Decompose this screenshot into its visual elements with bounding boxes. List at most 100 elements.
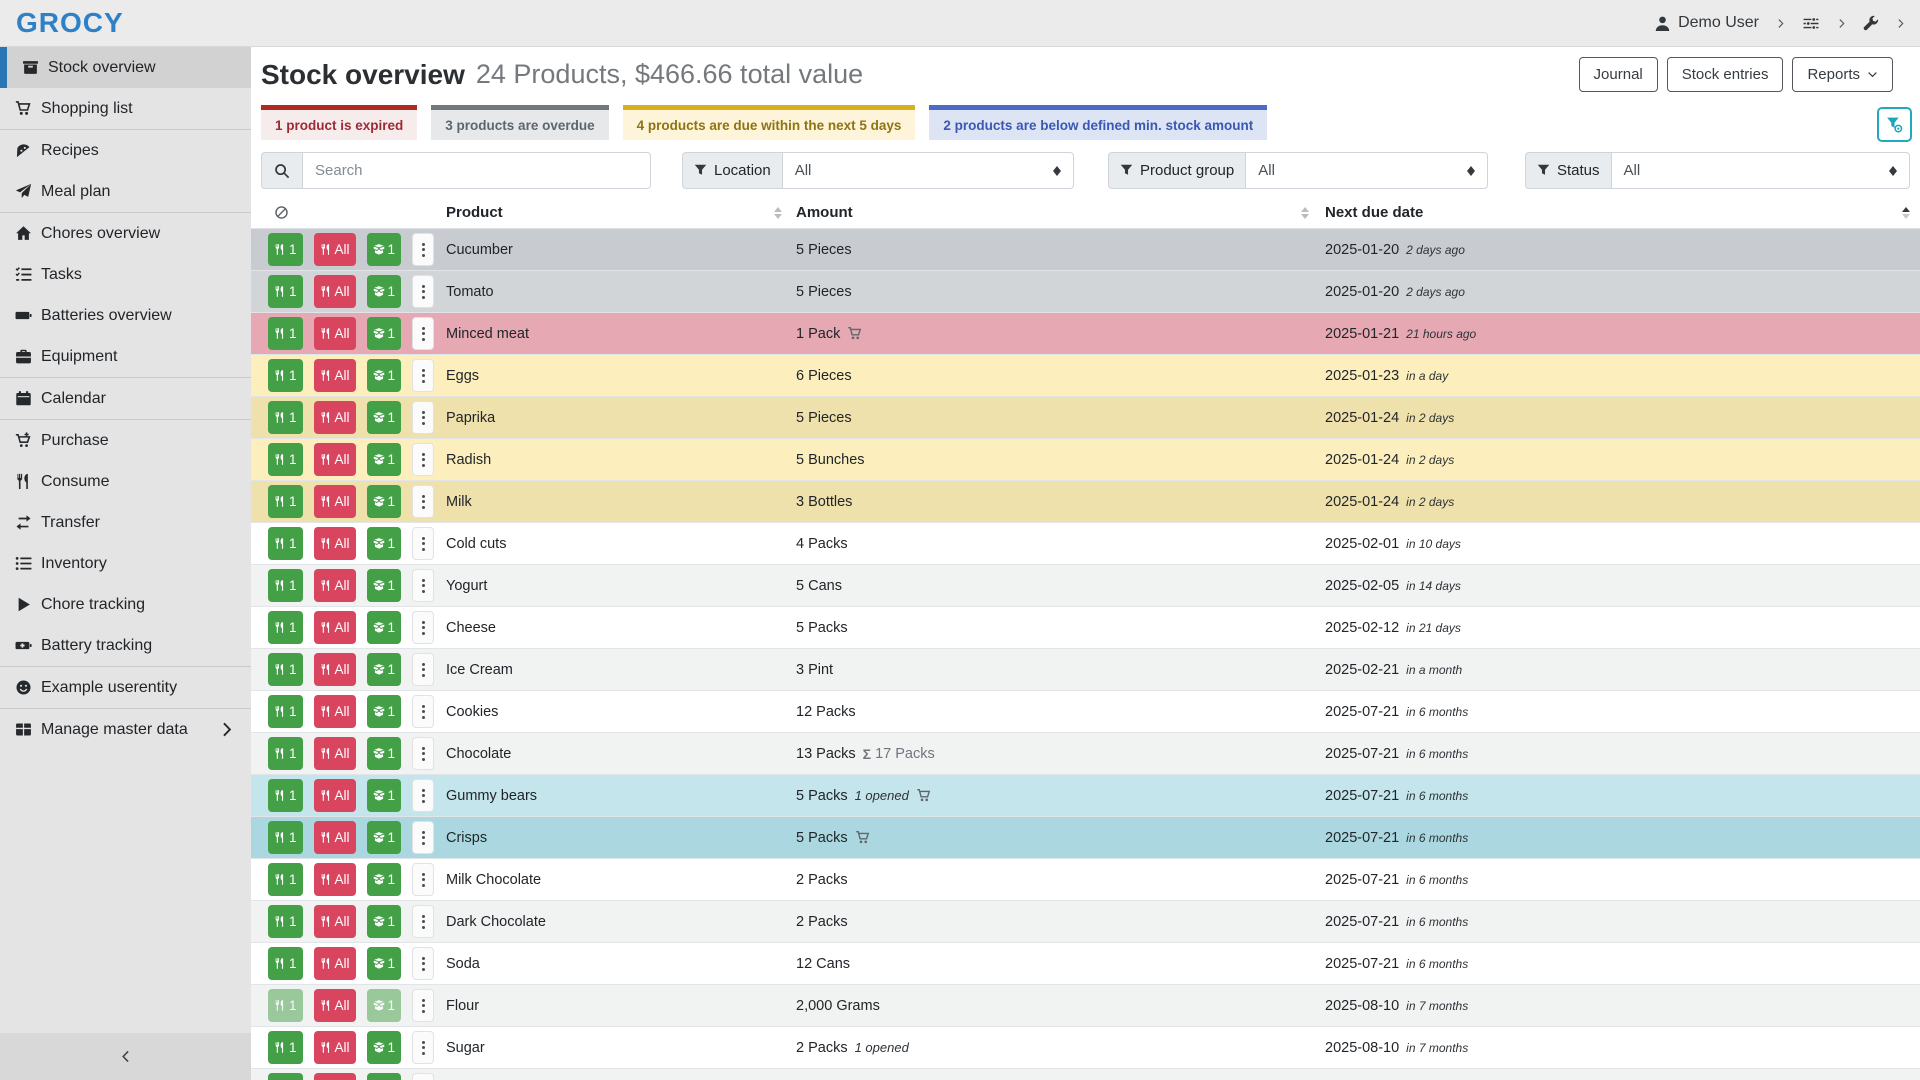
row-menu-button[interactable] bbox=[412, 569, 434, 602]
row-menu-button[interactable] bbox=[412, 443, 434, 476]
consume-all-button[interactable]: All bbox=[314, 527, 356, 560]
consume-one-button[interactable]: 1 bbox=[268, 905, 303, 938]
sidebar-item-purchase[interactable]: Purchase bbox=[0, 420, 251, 461]
consume-all-button[interactable]: All bbox=[314, 359, 356, 392]
sidebar-item-example-userentity[interactable]: Example userentity bbox=[0, 667, 251, 708]
status-badge-overdue[interactable]: 3 products are overdue bbox=[431, 105, 608, 140]
consume-one-button[interactable]: 1 bbox=[268, 695, 303, 728]
consume-all-button[interactable]: All bbox=[314, 611, 356, 644]
sidebar-item-calendar[interactable]: Calendar bbox=[0, 378, 251, 419]
sidebar-item-consume[interactable]: Consume bbox=[0, 461, 251, 502]
sidebar-item-stock-overview[interactable]: Stock overview bbox=[0, 47, 251, 88]
due-date-column-header[interactable]: Next due date bbox=[1325, 197, 1920, 228]
row-menu-button[interactable] bbox=[412, 527, 434, 560]
consume-all-button[interactable]: All bbox=[314, 905, 356, 938]
consume-one-button[interactable]: 1 bbox=[268, 1073, 303, 1080]
row-menu-button[interactable] bbox=[412, 653, 434, 686]
consume-one-button[interactable]: 1 bbox=[268, 821, 303, 854]
consume-all-button[interactable]: All bbox=[314, 233, 356, 266]
journal-button[interactable]: Journal bbox=[1579, 57, 1658, 92]
sidebar-item-transfer[interactable]: Transfer bbox=[0, 502, 251, 543]
consume-one-button[interactable]: 1 bbox=[268, 485, 303, 518]
sidebar-item-meal-plan[interactable]: Meal plan bbox=[0, 171, 251, 212]
search-input[interactable] bbox=[302, 152, 651, 189]
sidebar-item-batteries-overview[interactable]: Batteries overview bbox=[0, 295, 251, 336]
consume-one-button[interactable]: 1 bbox=[268, 947, 303, 980]
consume-one-button[interactable]: 1 bbox=[268, 653, 303, 686]
row-menu-button[interactable] bbox=[412, 317, 434, 350]
open-one-button[interactable]: 1 bbox=[367, 821, 402, 854]
open-one-button[interactable]: 1 bbox=[367, 443, 402, 476]
open-one-button[interactable]: 1 bbox=[367, 569, 402, 602]
open-one-button[interactable]: 1 bbox=[367, 1031, 402, 1064]
row-menu-button[interactable] bbox=[412, 401, 434, 434]
sidebar-item-manage-master-data[interactable]: Manage master data bbox=[0, 709, 251, 750]
stock-entries-button[interactable]: Stock entries bbox=[1667, 57, 1784, 92]
consume-one-button[interactable]: 1 bbox=[268, 737, 303, 770]
row-menu-button[interactable] bbox=[412, 947, 434, 980]
row-menu-button[interactable] bbox=[412, 359, 434, 392]
row-menu-button[interactable] bbox=[412, 275, 434, 308]
product-group-select[interactable]: All bbox=[1245, 152, 1488, 189]
settings-menu[interactable] bbox=[1802, 15, 1820, 32]
open-one-button[interactable]: 1 bbox=[367, 317, 402, 350]
consume-all-button[interactable]: All bbox=[314, 947, 356, 980]
row-menu-button[interactable] bbox=[412, 779, 434, 812]
status-badge-below-min[interactable]: 2 products are below defined min. stock … bbox=[929, 105, 1267, 140]
location-select[interactable]: All bbox=[782, 152, 1074, 189]
consume-one-button[interactable]: 1 bbox=[268, 1031, 303, 1064]
sidebar-item-recipes[interactable]: Recipes bbox=[0, 130, 251, 171]
toggle-hidden-products-header[interactable] bbox=[261, 197, 446, 228]
open-one-button[interactable]: 1 bbox=[367, 485, 402, 518]
consume-all-button[interactable]: All bbox=[314, 737, 356, 770]
consume-one-button[interactable]: 1 bbox=[268, 611, 303, 644]
row-menu-button[interactable] bbox=[412, 989, 434, 1022]
sidebar-item-shopping-list[interactable]: Shopping list bbox=[0, 88, 251, 129]
sidebar-item-tasks[interactable]: Tasks bbox=[0, 254, 251, 295]
status-badge-expired[interactable]: 1 product is expired bbox=[261, 105, 417, 140]
open-one-button[interactable]: 1 bbox=[367, 233, 402, 266]
row-menu-button[interactable] bbox=[412, 1031, 434, 1064]
row-menu-button[interactable] bbox=[412, 1073, 434, 1080]
open-one-button[interactable]: 1 bbox=[367, 737, 402, 770]
consume-all-button[interactable]: All bbox=[314, 695, 356, 728]
reports-dropdown-button[interactable]: Reports bbox=[1792, 57, 1893, 92]
consume-one-button[interactable]: 1 bbox=[268, 779, 303, 812]
row-menu-button[interactable] bbox=[412, 821, 434, 854]
clear-filters-button[interactable] bbox=[1877, 107, 1912, 142]
open-one-button[interactable]: 1 bbox=[367, 359, 402, 392]
row-menu-button[interactable] bbox=[412, 695, 434, 728]
amount-column-header[interactable]: Amount bbox=[796, 197, 1325, 228]
open-one-button[interactable]: 1 bbox=[367, 863, 402, 896]
admin-menu[interactable] bbox=[1863, 15, 1879, 31]
row-menu-button[interactable] bbox=[412, 905, 434, 938]
consume-one-button[interactable]: 1 bbox=[268, 317, 303, 350]
row-menu-button[interactable] bbox=[412, 737, 434, 770]
consume-all-button[interactable]: All bbox=[314, 317, 356, 350]
sidebar-item-equipment[interactable]: Equipment bbox=[0, 336, 251, 377]
consume-all-button[interactable]: All bbox=[314, 485, 356, 518]
consume-one-button[interactable]: 1 bbox=[268, 863, 303, 896]
open-one-button[interactable]: 1 bbox=[367, 611, 402, 644]
open-one-button[interactable]: 1 bbox=[367, 527, 402, 560]
consume-all-button[interactable]: All bbox=[314, 443, 356, 476]
open-one-button[interactable]: 1 bbox=[367, 779, 402, 812]
consume-one-button[interactable]: 1 bbox=[268, 401, 303, 434]
consume-one-button[interactable]: 1 bbox=[268, 989, 303, 1022]
consume-all-button[interactable]: All bbox=[314, 275, 356, 308]
consume-all-button[interactable]: All bbox=[314, 863, 356, 896]
sidebar-collapse-button[interactable] bbox=[0, 1033, 251, 1080]
sidebar-item-chore-tracking[interactable]: Chore tracking bbox=[0, 584, 251, 625]
sidebar-item-battery-tracking[interactable]: Battery tracking bbox=[0, 625, 251, 666]
status-select[interactable]: All bbox=[1611, 152, 1910, 189]
sidebar-item-inventory[interactable]: Inventory bbox=[0, 543, 251, 584]
row-menu-button[interactable] bbox=[412, 863, 434, 896]
user-menu[interactable]: Demo User bbox=[1654, 14, 1759, 32]
sidebar-item-chores-overview[interactable]: Chores overview bbox=[0, 213, 251, 254]
open-one-button[interactable]: 1 bbox=[367, 1073, 402, 1080]
consume-all-button[interactable]: All bbox=[314, 989, 356, 1022]
consume-one-button[interactable]: 1 bbox=[268, 233, 303, 266]
open-one-button[interactable]: 1 bbox=[367, 653, 402, 686]
consume-one-button[interactable]: 1 bbox=[268, 527, 303, 560]
product-column-header[interactable]: Product bbox=[446, 197, 796, 228]
